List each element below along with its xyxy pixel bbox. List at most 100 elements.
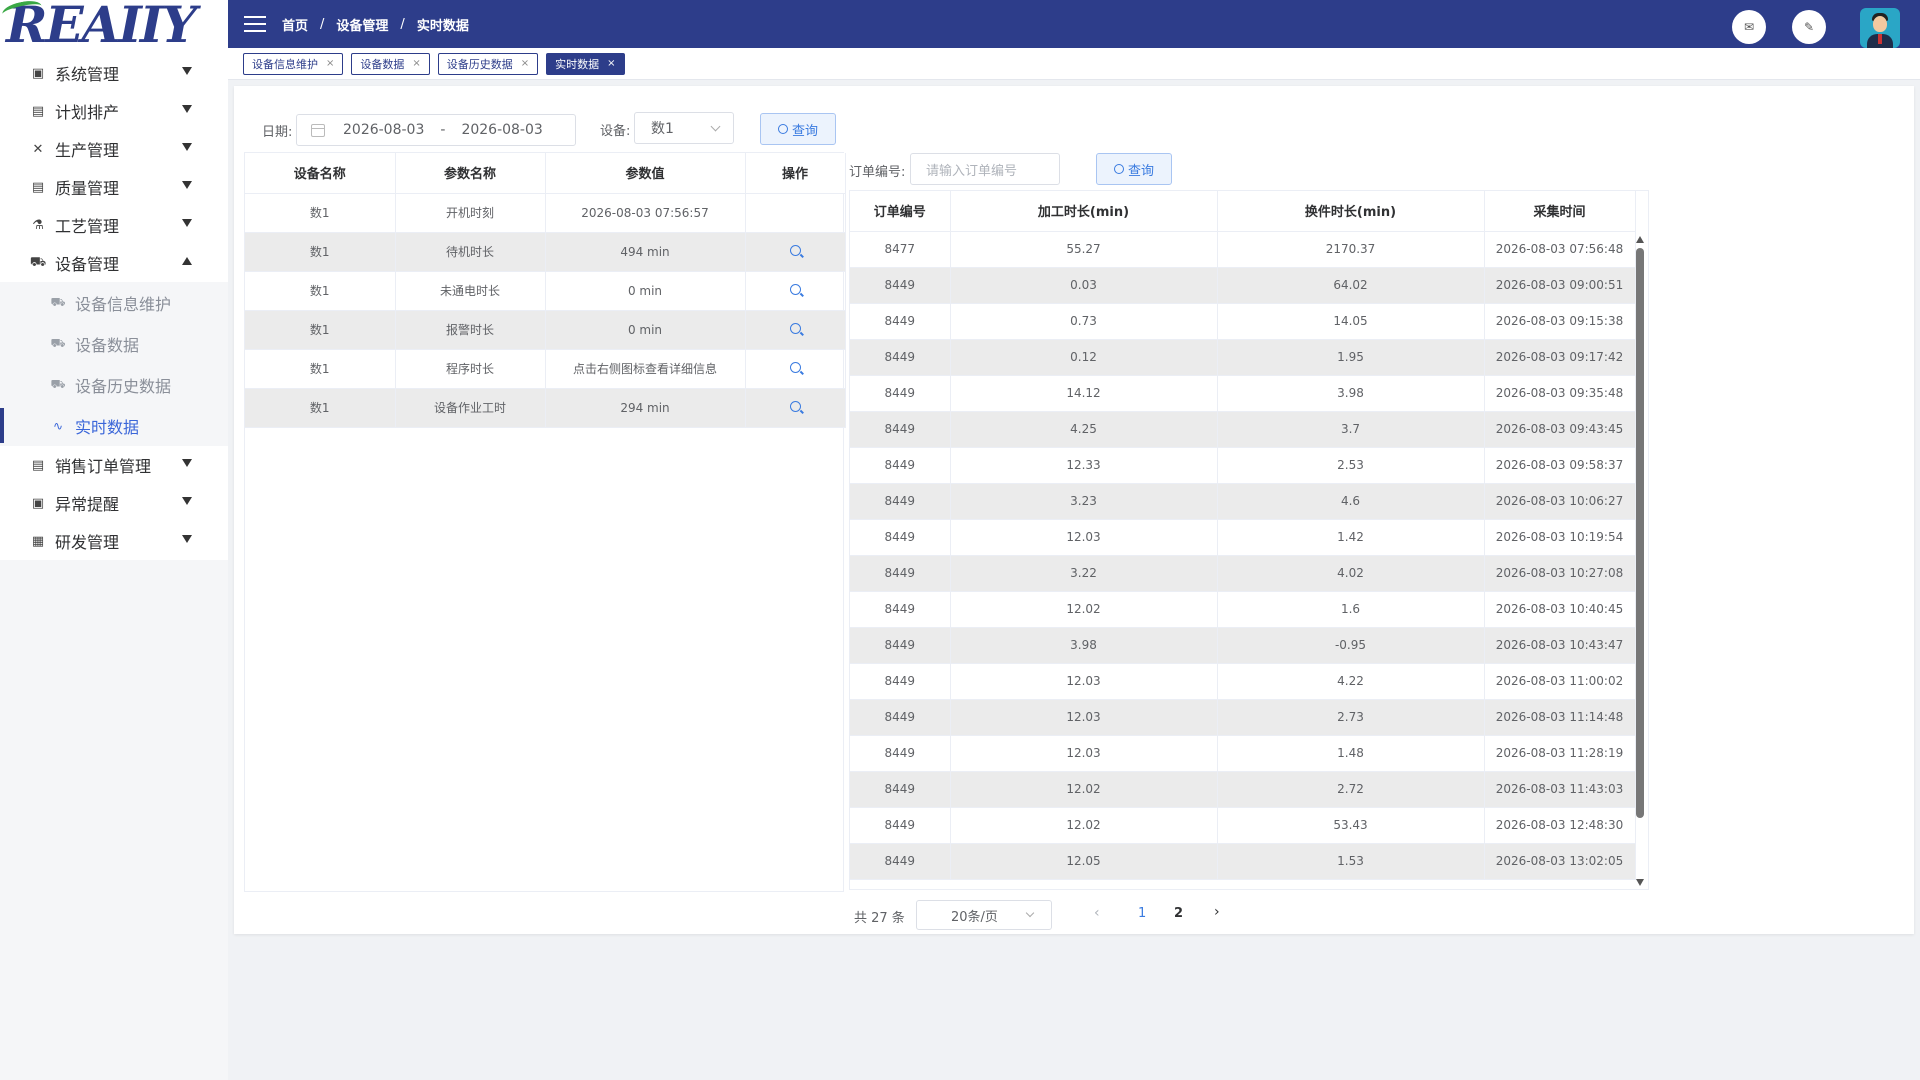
table-cell: 8449 (850, 519, 951, 556)
prev-page-icon[interactable]: ‹ (1094, 905, 1100, 921)
vertical-scrollbar[interactable] (1634, 232, 1646, 888)
table-cell: 2026-08-03 09:58:37 (1484, 447, 1636, 484)
close-icon[interactable]: × (607, 58, 615, 69)
table-cell: 3.98 (950, 627, 1218, 664)
table-cell: 2026-08-03 10:40:45 (1484, 591, 1636, 628)
table-cell: 8449 (850, 771, 951, 808)
date-range-picker[interactable]: 2026-08-03 - 2026-08-03 (296, 114, 576, 146)
table-cell: 55.27 (950, 231, 1218, 268)
tab-bar: 设备信息维护 × 设备数据 × 设备历史数据 × 实时数据 × (228, 48, 1920, 80)
scrollbar-thumb[interactable] (1636, 248, 1644, 818)
tools-icon: ✕ (32, 141, 44, 157)
close-icon[interactable]: × (521, 58, 529, 69)
table-cell: 2026-08-03 09:43:45 (1484, 411, 1636, 448)
sidebar-item-equipment[interactable]: ⛟ 设备管理 (0, 244, 228, 282)
date-end[interactable]: 2026-08-03 (461, 122, 542, 138)
table-row: 数1 待机时长 494 min (245, 232, 846, 272)
equipment-icon: ⛟ (50, 335, 66, 350)
order-number-input[interactable]: 请输入订单编号 (910, 153, 1060, 185)
table-cell: 8449 (850, 555, 951, 592)
sidebar-item-equipment-info[interactable]: ⛟ 设备信息维护 (0, 282, 228, 323)
table-cell: 8449 (850, 267, 951, 304)
sidebar-item-alerts[interactable]: ▣ 异常提醒 (0, 484, 228, 522)
page-number[interactable]: 2 (1174, 906, 1183, 921)
page-size-select[interactable]: 20条/页 (916, 900, 1052, 930)
table-cell: 程序时长 (395, 349, 546, 389)
tab-realtime-data[interactable]: 实时数据 × (546, 52, 625, 75)
device-select[interactable]: 数1 (634, 112, 734, 144)
sidebar-item-rnd[interactable]: ▦ 研发管理 (0, 522, 228, 560)
table-cell: 2026-08-03 09:00:51 (1484, 267, 1636, 304)
column-header[interactable]: 订单编号 (850, 191, 951, 232)
document-icon: ▤ (31, 103, 45, 119)
search-icon[interactable] (789, 322, 801, 334)
sidebar-item-label: 设备数据 (75, 335, 140, 355)
tab-equipment-info[interactable]: 设备信息维护 × (243, 52, 344, 75)
column-header[interactable]: 采集时间 (1484, 191, 1636, 232)
next-page-icon[interactable]: › (1214, 904, 1220, 920)
date-start[interactable]: 2026-08-03 (343, 122, 424, 138)
caret-down-icon (182, 181, 192, 189)
sidebar-item-system[interactable]: ▣ 系统管理 (0, 54, 228, 92)
search-icon[interactable] (789, 283, 801, 295)
menu-toggle-icon[interactable] (244, 16, 266, 32)
sidebar-item-label: 设备信息维护 (75, 294, 172, 314)
table-cell: 8449 (850, 627, 951, 664)
table-cell: 2.53 (1217, 447, 1485, 484)
edit-icon[interactable]: ✎ (1792, 10, 1826, 44)
breadcrumb-home[interactable]: 首页 (282, 15, 308, 34)
search-icon[interactable] (789, 244, 801, 256)
device-label: 设备: (600, 124, 631, 139)
avatar[interactable] (1860, 8, 1900, 48)
column-header[interactable]: 加工时长(min) (950, 191, 1218, 232)
table-cell: 8449 (850, 699, 951, 736)
column-header[interactable]: 参数名称 (395, 153, 546, 194)
tab-label: 设备信息维护 (252, 57, 318, 71)
table-row: 8449 3.23 4.6 2026-08-03 10:06:27 (850, 483, 1636, 520)
receipt-icon: ▤ (31, 457, 45, 473)
table-cell: 2026-08-03 10:06:27 (1484, 483, 1636, 520)
order-query-button[interactable]: 查询 (1096, 153, 1172, 185)
calendar-icon: ▦ (31, 533, 45, 549)
table-cell: 8449 (850, 339, 951, 376)
search-icon[interactable] (789, 400, 801, 412)
close-icon[interactable]: × (412, 58, 420, 69)
calendar-icon (311, 123, 325, 137)
tab-equipment-history[interactable]: 设备历史数据 × (437, 52, 539, 75)
tab-label: 设备历史数据 (446, 57, 513, 71)
tab-equipment-data[interactable]: 设备数据 × (351, 52, 430, 75)
table-cell: 2026-08-03 11:43:03 (1484, 771, 1636, 808)
breadcrumb-current: 实时数据 (416, 18, 469, 34)
sidebar-item-label: 异常提醒 (55, 495, 120, 514)
mail-icon[interactable]: ✉ (1732, 10, 1766, 44)
search-icon[interactable] (789, 361, 801, 373)
sidebar-item-planning[interactable]: ▤ 计划排产 (0, 92, 228, 130)
column-header[interactable]: 操作 (745, 153, 846, 194)
caret-down-icon (182, 459, 192, 467)
sidebar-item-equipment-data[interactable]: ⛟ 设备数据 (0, 323, 228, 364)
page-number-current[interactable]: 1 (1138, 906, 1146, 921)
logo: REAIIY (0, 0, 228, 50)
sidebar-item-production[interactable]: ✕ 生产管理 (0, 130, 228, 168)
column-header[interactable]: 参数值 (545, 153, 746, 194)
column-header[interactable]: 换件时长(min) (1217, 191, 1485, 232)
query-button-label: 查询 (791, 123, 818, 139)
sidebar-item-sales-orders[interactable]: ▤ 销售订单管理 (0, 446, 228, 484)
sidebar-item-realtime-data[interactable]: ∿ 实时数据 (0, 405, 228, 446)
scroll-up-icon[interactable] (1636, 236, 1644, 243)
scroll-down-icon[interactable] (1636, 879, 1644, 886)
column-header[interactable]: 设备名称 (245, 153, 396, 194)
table-cell: 2026-08-03 07:56:48 (1484, 231, 1636, 268)
table-cell: 数1 (245, 349, 396, 389)
table-cell: 12.03 (950, 699, 1218, 736)
table-cell: 2.72 (1217, 771, 1485, 808)
caret-down-icon (182, 497, 192, 505)
query-button[interactable]: 查询 (760, 113, 836, 145)
table-cell: 2026-08-03 11:00:02 (1484, 663, 1636, 700)
close-icon[interactable]: × (326, 58, 334, 69)
sidebar-item-equipment-history[interactable]: ⛟ 设备历史数据 (0, 364, 228, 405)
sidebar-item-process[interactable]: ⚗ 工艺管理 (0, 206, 228, 244)
table-cell: 8449 (850, 843, 951, 880)
sidebar-item-quality[interactable]: ▤ 质量管理 (0, 168, 228, 206)
breadcrumb-equipment[interactable]: 设备管理 (336, 15, 388, 34)
